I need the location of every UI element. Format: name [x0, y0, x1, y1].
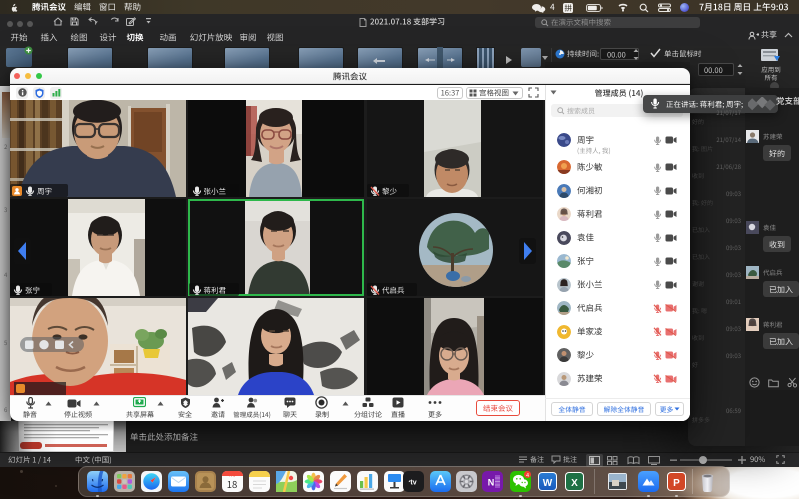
svg-text:N: N: [487, 477, 494, 487]
svg-text:tv: tv: [410, 479, 416, 486]
svg-text:4: 4: [525, 473, 528, 479]
svg-text:P: P: [673, 478, 680, 489]
svg-text:X: X: [571, 478, 578, 489]
svg-text:W: W: [542, 478, 552, 489]
